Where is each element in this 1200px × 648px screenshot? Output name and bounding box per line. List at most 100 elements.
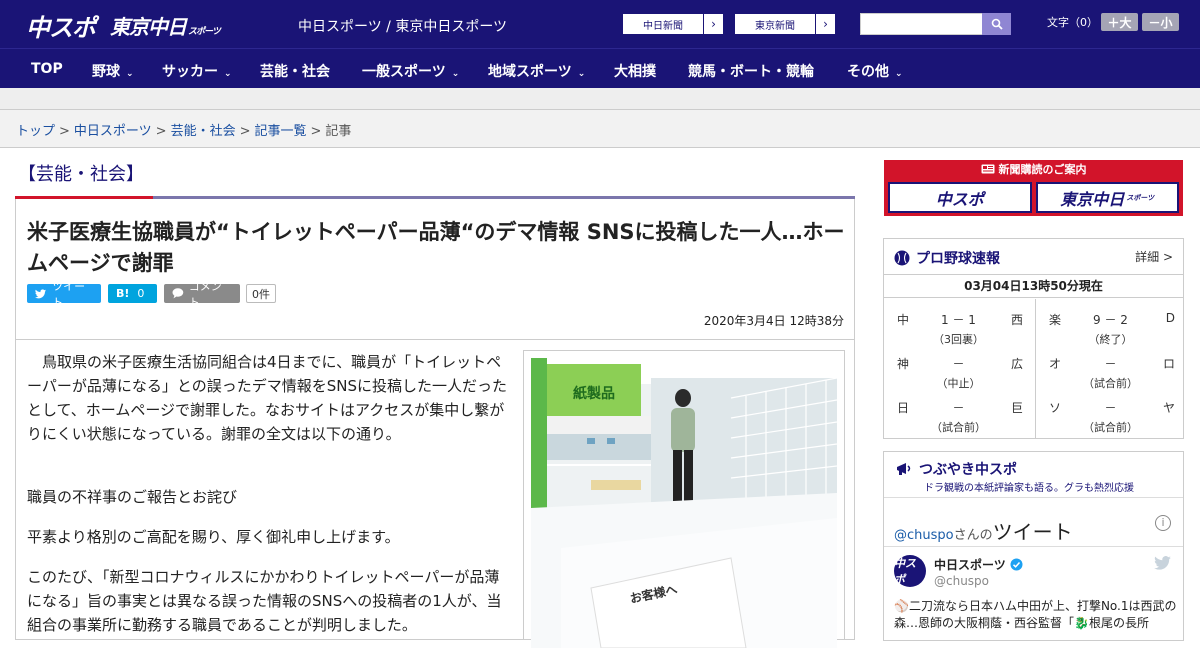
chunichi-sports-logo[interactable]: 中スポ — [26, 8, 96, 43]
subscribe-logos: 中スポ 東京中日 スポーツ — [888, 182, 1179, 213]
chevron-down-icon: ⌄ — [451, 69, 460, 79]
game-row[interactable]: 神 － 広 （中止） — [884, 343, 1033, 390]
search-box — [860, 13, 1011, 35]
subscribe-chuspo-logo[interactable]: 中スポ — [888, 182, 1032, 213]
hatena-icon: B! — [116, 287, 130, 300]
tweet-button[interactable]: ツイート — [27, 280, 101, 309]
article-photo-frame[interactable]: 紙製品 お客様へ — [523, 350, 845, 648]
game-row[interactable]: 中 1 － 1 西 （3回裏） — [884, 299, 1033, 346]
nav-top[interactable]: TOP — [31, 61, 63, 77]
nav-baseball[interactable]: 野球 ⌄ — [92, 61, 134, 81]
nav-others[interactable]: その他 ⌄ — [847, 61, 903, 81]
subscribe-tokyo-small: スポーツ — [1126, 193, 1155, 202]
search-button[interactable] — [982, 13, 1011, 35]
nav-label: サッカー — [162, 64, 218, 80]
nav-label: その他 — [847, 64, 889, 80]
twitter-widget-title-text: つぶやき中スポ — [919, 462, 1017, 478]
nav-label: 野球 — [92, 64, 120, 80]
article-paragraph: 平素より格別のご高配を賜り、厚く御礼申し上げます。 — [27, 528, 400, 546]
chevron-right-icon: › — [703, 14, 723, 34]
baseball-icon — [894, 250, 910, 266]
baseball-more-link[interactable]: 詳細 > — [1135, 248, 1173, 265]
info-icon[interactable]: i — [1155, 515, 1171, 531]
breadcrumb-chunichi-sports[interactable]: 中日スポーツ — [74, 124, 152, 139]
hatena-count: 0 — [137, 287, 145, 300]
font-bigger-button[interactable]: ＋大 — [1101, 13, 1138, 31]
subscribe-header: 新聞購読のご案内 — [884, 160, 1183, 179]
photo-shelf-sign: 紙製品 — [573, 385, 615, 402]
subscribe-banner[interactable]: 新聞購読のご案内 中スポ 東京中日 スポーツ — [884, 160, 1183, 216]
nav-general-sports[interactable]: 一般スポーツ ⌄ — [362, 61, 459, 81]
breadcrumb: トップ > 中日スポーツ > 芸能・社会 > 記事一覧 > 記事 — [0, 110, 1200, 148]
nav-entertainment[interactable]: 芸能・社会 — [260, 61, 330, 81]
twitter-bird-icon — [35, 288, 47, 298]
subscribe-tokyo-text: 東京中日 — [1060, 189, 1125, 209]
font-smaller-button[interactable]: －小 — [1142, 13, 1179, 31]
away-team: 広 — [1010, 357, 1023, 371]
tokyo-logo-text: 東京中日 — [110, 15, 187, 39]
chevron-down-icon: ⌄ — [895, 69, 903, 79]
article-paragraph: 職員の不祥事のご報告とお詫び — [27, 488, 238, 506]
ext-link-label: 東京新聞 — [755, 20, 795, 32]
game-row[interactable]: ソ － ヤ （試合前） — [1036, 387, 1185, 434]
baseball-as-of: 03月04日13時50分現在 — [884, 274, 1183, 298]
font-size-label: 文字（0） — [1047, 16, 1098, 29]
ad-band — [0, 88, 1200, 110]
breadcrumb-entertainment[interactable]: 芸能・社会 — [171, 124, 236, 139]
account-at[interactable]: @chuspo — [934, 574, 989, 588]
megaphone-icon — [897, 463, 911, 475]
away-team: ロ — [1162, 357, 1175, 371]
game-status: （試合前） — [931, 421, 986, 434]
tweet-text: ⚾二刀流なら日本ハム中田が上、打撃No.1は西武の森…恩師の大阪桐蔭・西谷監督「… — [894, 599, 1177, 630]
article-body: 鳥取県の米子医療生活協同組合は4日までに、職員が「トイレットペーパーが品薄になる… — [15, 340, 855, 648]
baseball-title: プロ野球速報 — [894, 248, 1000, 268]
tokyo-shimbun-link[interactable]: 東京新聞 › — [734, 13, 836, 35]
article-headline: 米子医療生協職員が“トイレットペーパー品薄“のデマ情報 SNSに投稿した一人…ホ… — [27, 220, 845, 275]
search-input[interactable] — [860, 13, 982, 35]
breadcrumb-top[interactable]: トップ — [16, 124, 55, 139]
article-paragraph: このたび、「新型コロナウィルスにかかわりトイレットペーパーが品薄になる」旨の事実… — [27, 568, 502, 634]
avatar[interactable]: 中スポ — [894, 555, 926, 587]
divider — [884, 497, 1183, 498]
account-name[interactable]: 中日スポーツ — [934, 556, 1023, 573]
tweet-label: ツイート — [52, 279, 86, 309]
hatena-bookmark-button[interactable]: B! 0 — [108, 284, 157, 303]
twitter-bird-icon[interactable] — [1154, 555, 1171, 574]
game-status: （試合前） — [1083, 421, 1138, 434]
comment-count: 0件 — [246, 284, 276, 303]
nav-label: 競馬・ボート・競輪 — [688, 64, 814, 80]
main-nav: TOP 野球 ⌄ サッカー ⌄ 芸能・社会 一般スポーツ ⌄ 地域スポーツ ⌄ 大相撲 … — [0, 48, 1200, 88]
nav-regional-sports[interactable]: 地域スポーツ ⌄ — [488, 61, 585, 81]
comment-button[interactable]: コメント — [164, 280, 240, 309]
breadcrumb-sep: > — [59, 124, 70, 139]
nav-sumo[interactable]: 大相撲 — [614, 61, 656, 81]
breadcrumb-article-list[interactable]: 記事一覧 — [255, 124, 307, 139]
speech-bubble-icon — [172, 288, 184, 299]
nav-label: 一般スポーツ — [362, 64, 446, 80]
article-photo: 紙製品 お客様へ — [531, 358, 837, 648]
tweets-word: ツイート — [992, 520, 1073, 544]
empty-shelves-photo: 紙製品 お客様へ — [531, 358, 837, 648]
article-header: 米子医療生協職員が“トイレットペーパー品薄“のデマ情報 SNSに投稿した一人…ホ… — [15, 199, 855, 340]
chevron-down-icon: ⌄ — [126, 69, 134, 79]
article-date: 2020年3月4日 12時38分 — [703, 314, 844, 328]
nav-racing[interactable]: 競馬・ボート・競輪 — [688, 61, 814, 81]
twitter-widget-subtitle: ドラ観戦の本紙評論家も語る。グラも熱烈応援 — [924, 483, 1134, 494]
away-team: ヤ — [1162, 401, 1175, 415]
subscribe-tokyo-logo[interactable]: 東京中日 スポーツ — [1035, 182, 1179, 213]
baseball-scores: プロ野球速報 詳細 > 03月04日13時50分現在 中 1 － 1 西 （3回… — [883, 238, 1184, 439]
game-row[interactable]: 日 － 巨 （試合前） — [884, 387, 1033, 434]
nav-label: 大相撲 — [614, 64, 656, 80]
tokyo-chunichi-logo[interactable]: 東京中日 スポーツ — [110, 11, 221, 40]
chevron-down-icon: ⌄ — [577, 69, 586, 79]
game-row[interactable]: 楽 9 － 2 D （終了） — [1036, 299, 1185, 346]
chunichi-shimbun-link[interactable]: 中日新聞 › — [622, 13, 724, 35]
twitter-widget: つぶやき中スポ ドラ観戦の本紙評論家も語る。グラも熱烈応援 @chuspoさんの… — [883, 451, 1184, 641]
nav-soccer[interactable]: サッカー ⌄ — [162, 61, 232, 81]
search-icon — [991, 18, 1003, 30]
nav-label: 地域スポーツ — [488, 64, 572, 80]
chevron-down-icon: ⌄ — [224, 69, 232, 79]
away-team: D — [1165, 311, 1175, 325]
game-row[interactable]: オ － ロ （試合前） — [1036, 343, 1185, 390]
twitter-handle-link[interactable]: @chuspo — [894, 528, 954, 543]
